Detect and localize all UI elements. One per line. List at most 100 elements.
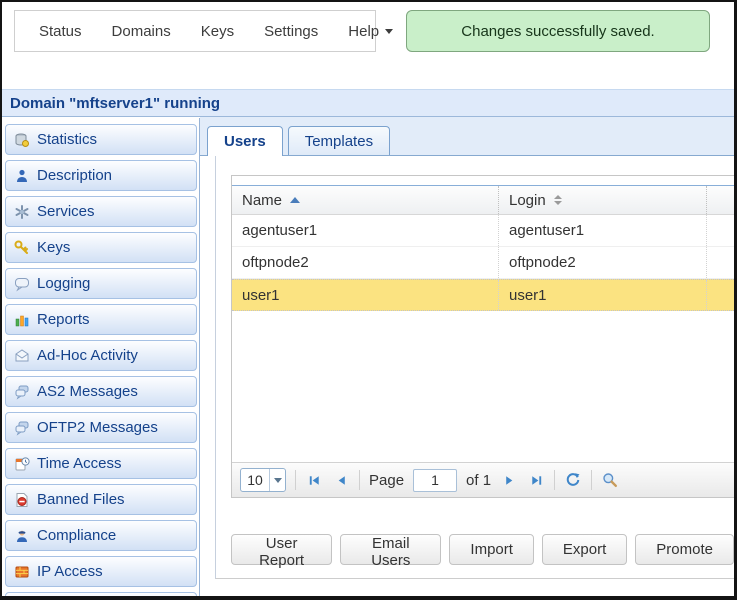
ip-access-icon xyxy=(14,564,30,580)
cell-extra xyxy=(707,215,737,246)
domain-status-text: Domain "mftserver1" running xyxy=(10,95,220,112)
export-button[interactable]: Export xyxy=(542,534,627,565)
sidebar-item-label: OFTP2 Messages xyxy=(37,419,158,436)
sidebar-item-description[interactable]: Description xyxy=(5,160,197,191)
sidebar-item-statistics[interactable]: Statistics xyxy=(5,124,197,155)
search-button[interactable] xyxy=(601,471,619,489)
sidebar-item-partial[interactable] xyxy=(5,592,197,600)
oftp2-messages-icon xyxy=(14,420,30,436)
email-users-button[interactable]: Email Users xyxy=(340,534,441,565)
sidebar-item-services[interactable]: Services xyxy=(5,196,197,227)
refresh-button[interactable] xyxy=(564,471,582,489)
logging-icon xyxy=(14,276,30,292)
sidebar-item-adhoc-activity[interactable]: Ad-Hoc Activity xyxy=(5,340,197,371)
success-alert: Changes successfully saved. xyxy=(406,10,710,52)
menu-item-keys[interactable]: Keys xyxy=(201,23,234,40)
services-icon xyxy=(14,204,30,220)
menu-item-help[interactable]: Help xyxy=(348,23,393,40)
column-header-name[interactable]: Name xyxy=(232,186,499,214)
actions-row: User Report Email Users Import Export Pr… xyxy=(231,534,734,565)
cell-login: oftpnode2 xyxy=(499,247,707,278)
sidebar-item-ip-access[interactable]: IP Access xyxy=(5,556,197,587)
compliance-icon xyxy=(14,528,30,544)
last-page-button[interactable] xyxy=(527,471,545,489)
sidebar-item-label: Logging xyxy=(37,275,90,292)
sort-ascending-icon xyxy=(290,197,300,203)
domain-status-bar: Domain "mftserver1" running xyxy=(2,89,734,117)
sidebar-item-reports[interactable]: Reports xyxy=(5,304,197,335)
column-header-extra[interactable] xyxy=(707,186,737,214)
time-access-icon xyxy=(14,456,30,472)
page-size-select[interactable]: 10 xyxy=(240,468,286,492)
sidebar-item-banned-files[interactable]: Banned Files xyxy=(5,484,197,515)
sidebar-item-oftp2-messages[interactable]: OFTP2 Messages xyxy=(5,412,197,443)
keys-icon xyxy=(14,240,30,256)
sidebar-item-label: Ad-Hoc Activity xyxy=(37,347,138,364)
banned-files-icon xyxy=(14,492,30,508)
sidebar-item-time-access[interactable]: Time Access xyxy=(5,448,197,479)
next-page-button[interactable] xyxy=(500,471,518,489)
sidebar-item-as2-messages[interactable]: AS2 Messages xyxy=(5,376,197,407)
sidebar-item-compliance[interactable]: Compliance xyxy=(5,520,197,551)
cell-login: agentuser1 xyxy=(499,215,707,246)
description-icon xyxy=(14,168,30,184)
page-number-input[interactable] xyxy=(413,469,457,492)
cell-name: user1 xyxy=(232,280,499,310)
cell-name: oftpnode2 xyxy=(232,247,499,278)
cell-extra xyxy=(707,280,737,310)
cell-extra xyxy=(707,247,737,278)
import-button[interactable]: Import xyxy=(449,534,534,565)
sort-unsorted-icon xyxy=(554,195,562,205)
chevron-down-icon xyxy=(269,469,285,491)
menu-item-domains[interactable]: Domains xyxy=(112,23,171,40)
first-page-button[interactable] xyxy=(305,471,323,489)
statistics-icon xyxy=(14,132,30,148)
table-row-selected[interactable]: user1 user1 xyxy=(232,279,737,311)
menu-item-status[interactable]: Status xyxy=(39,23,82,40)
sidebar-item-label: Description xyxy=(37,167,112,184)
app-window: Status Domains Keys Settings Help Change… xyxy=(0,0,737,600)
page-size-value: 10 xyxy=(241,472,269,488)
toolbar-separator xyxy=(554,470,555,490)
top-menubar: Status Domains Keys Settings Help xyxy=(14,10,376,52)
sidebar-item-label: IP Access xyxy=(37,563,103,580)
sidebar-item-label: Reports xyxy=(37,311,90,328)
sidebar-item-label: Banned Files xyxy=(37,491,125,508)
toolbar-separator xyxy=(359,470,360,490)
adhoc-activity-icon xyxy=(14,348,30,364)
menu-item-help-label: Help xyxy=(348,23,379,40)
sidebar-item-label: Keys xyxy=(37,239,70,256)
prev-page-button[interactable] xyxy=(332,471,350,489)
cell-name: agentuser1 xyxy=(232,215,499,246)
sidebar-item-label: Statistics xyxy=(37,131,97,148)
cell-login: user1 xyxy=(499,280,707,310)
promote-button[interactable]: Promote xyxy=(635,534,734,565)
sidebar-item-keys[interactable]: Keys xyxy=(5,232,197,263)
column-header-name-label: Name xyxy=(242,192,282,209)
tab-strip: Users Templates xyxy=(200,117,734,156)
toolbar-separator xyxy=(591,470,592,490)
page-label: Page xyxy=(369,472,404,489)
success-alert-text: Changes successfully saved. xyxy=(461,23,654,40)
table-row[interactable]: oftpnode2 oftpnode2 xyxy=(232,247,737,279)
sidebar: Statistics Description Services Keys Log… xyxy=(2,118,199,596)
column-header-login[interactable]: Login xyxy=(499,186,707,214)
sidebar-item-logging[interactable]: Logging xyxy=(5,268,197,299)
users-grid: Name Login agentuser1 agentuser1 oftpnod… xyxy=(231,175,737,498)
column-header-login-label: Login xyxy=(509,192,546,209)
sidebar-content-divider xyxy=(199,118,200,596)
tab-templates[interactable]: Templates xyxy=(288,126,390,155)
page-count-label: of 1 xyxy=(466,472,491,489)
as2-messages-icon xyxy=(14,384,30,400)
pagination-toolbar: 10 Page of 1 xyxy=(232,462,737,497)
reports-icon xyxy=(14,312,30,328)
sidebar-item-label: AS2 Messages xyxy=(37,383,138,400)
user-report-button[interactable]: User Report xyxy=(231,534,332,565)
menu-item-settings[interactable]: Settings xyxy=(264,23,318,40)
sidebar-item-label: Time Access xyxy=(37,455,121,472)
sidebar-item-label: Services xyxy=(37,203,95,220)
sidebar-item-label: Compliance xyxy=(37,527,116,544)
table-row[interactable]: agentuser1 agentuser1 xyxy=(232,215,737,247)
chevron-down-icon xyxy=(385,29,393,34)
tab-users[interactable]: Users xyxy=(207,126,283,156)
